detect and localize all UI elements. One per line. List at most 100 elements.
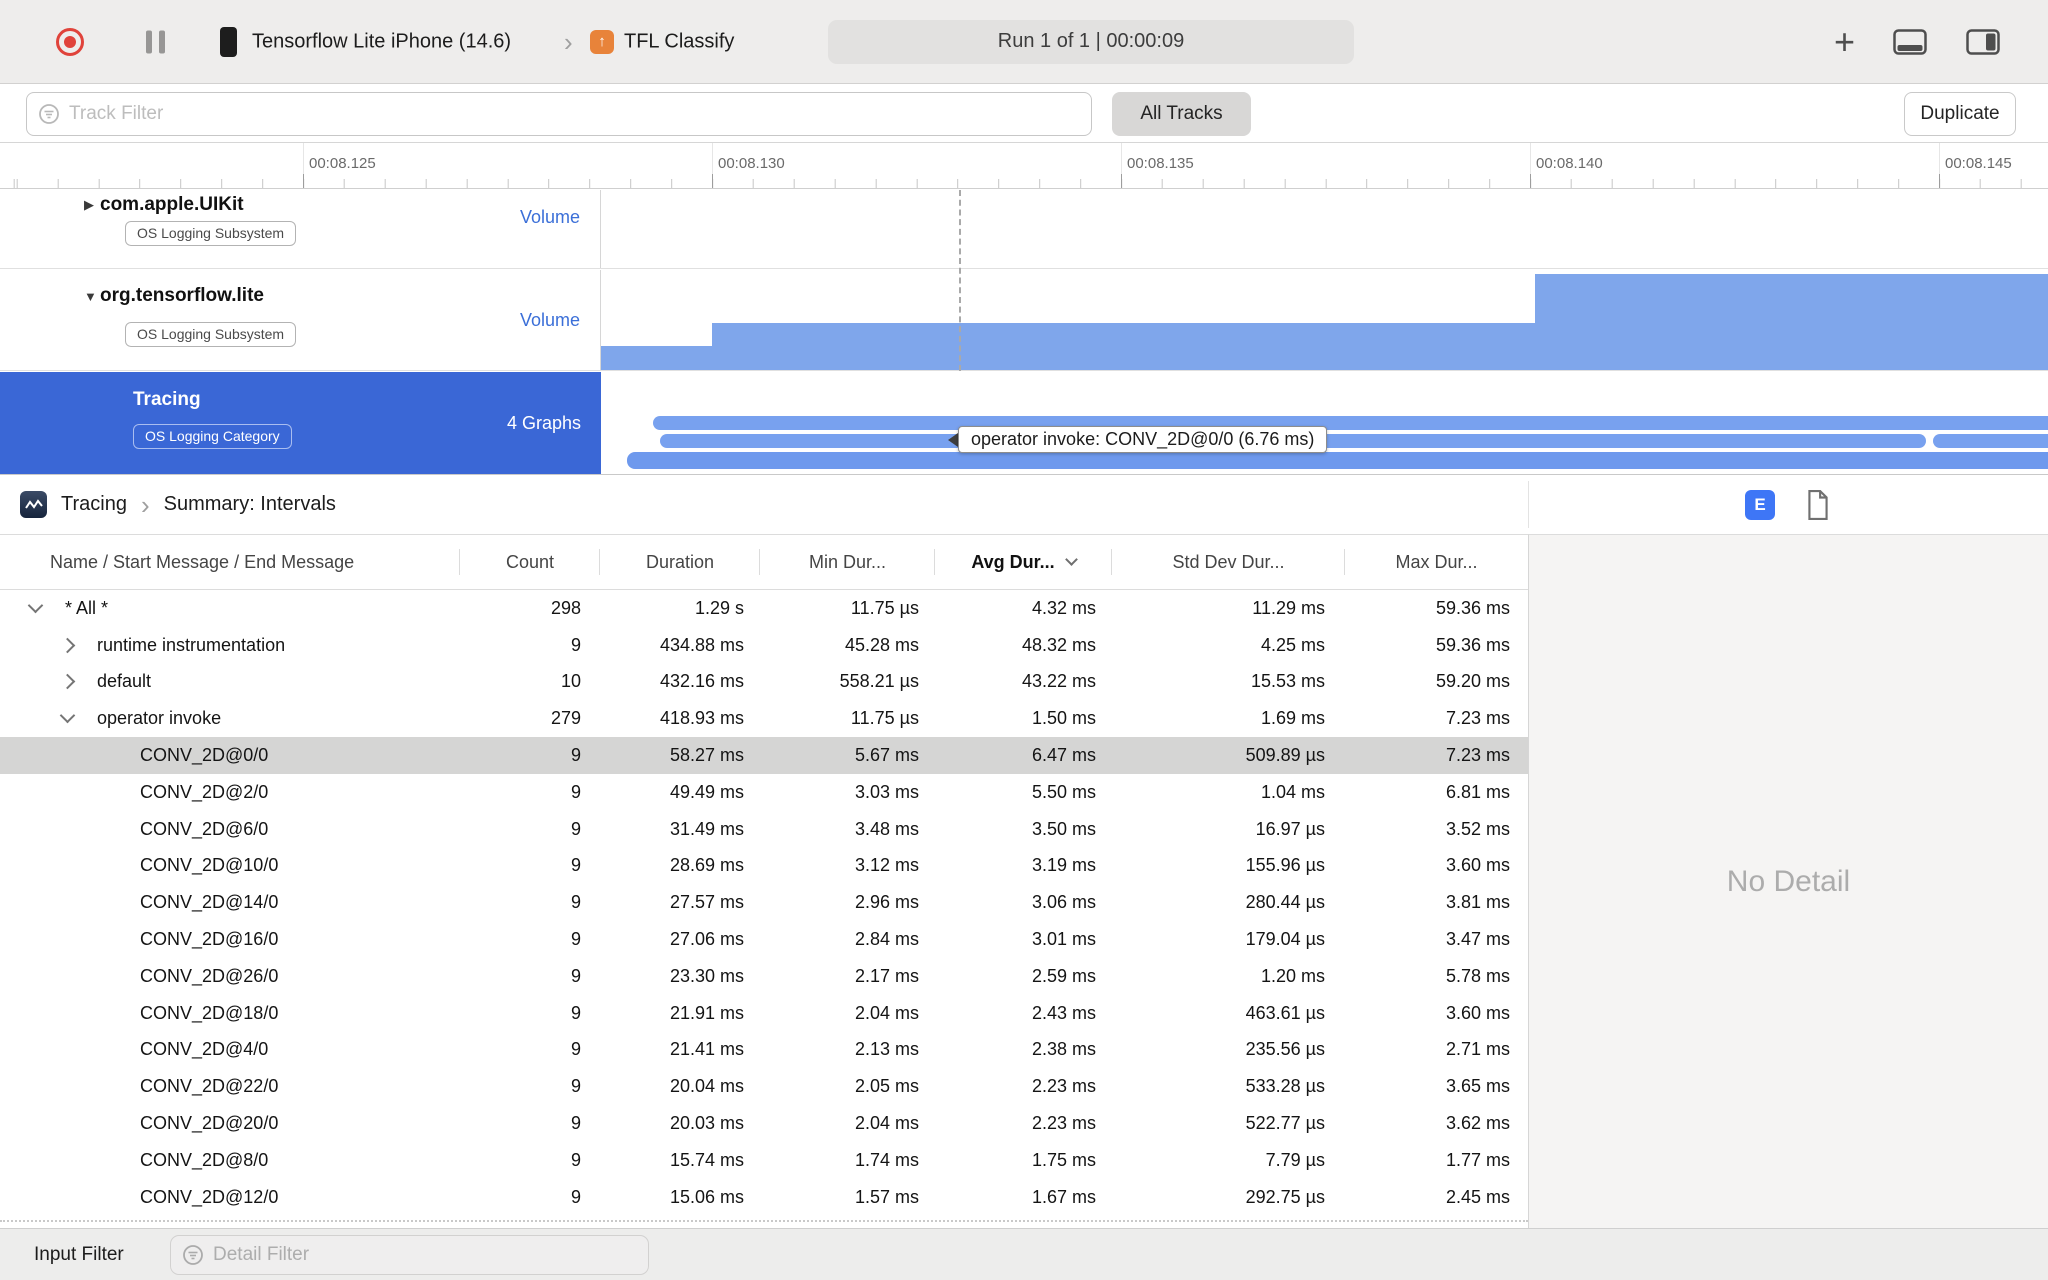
detail-filter-input[interactable]	[213, 1244, 648, 1266]
track-badge: OS Logging Subsystem	[125, 322, 297, 347]
right-panel-icon	[1966, 28, 2000, 55]
cell-count: 279	[550, 708, 581, 729]
cell-name: CONV_2D@10/0	[0, 855, 460, 876]
cell-max: 6.81 ms	[1445, 781, 1510, 802]
target-app-selector[interactable]: TFL Classify	[624, 30, 734, 53]
cell-count: 9	[570, 1039, 581, 1060]
all-tracks-button[interactable]: All Tracks	[1112, 92, 1251, 136]
toggle-right-panel-button[interactable]	[1966, 28, 2000, 55]
instruments-window: Tensorflow Lite iPhone (14.6) › ↑ TFL Cl…	[0, 0, 2048, 1280]
table-row[interactable]: CONV_2D@18/0 9 21.91 ms 2.04 ms 2.43 ms 463.6…	[0, 995, 1528, 1032]
cell-min: 11.75 µs	[850, 708, 919, 729]
column-header-name[interactable]: Name / Start Message / End Message	[0, 535, 460, 589]
track-graph-area[interactable]	[601, 270, 2048, 370]
track-header[interactable]: ▼ org.tensorflow.lite OS Logging Subsyst…	[0, 270, 601, 370]
table-row[interactable]: runtime instrumentation 9 434.88 ms 45.28 m…	[0, 627, 1528, 664]
table-row[interactable]: operator invoke 279 418.93 ms 11.75 µs 1.50 …	[0, 700, 1528, 737]
table-row[interactable]: CONV_2D@16/0 9 27.06 ms 2.84 ms 3.01 ms 179.0…	[0, 921, 1528, 958]
device-target-selector[interactable]: Tensorflow Lite iPhone (14.6)	[252, 30, 511, 53]
filter-icon	[39, 104, 59, 124]
track-graph-area[interactable]	[601, 190, 2048, 268]
track-graph-area[interactable]	[601, 372, 2048, 474]
table-row[interactable]: CONV_2D@10/0 9 28.69 ms 3.12 ms 3.19 ms 155.9…	[0, 848, 1528, 885]
table-row[interactable]: CONV_2D@20/0 9 20.03 ms 2.04 ms 2.23 ms 522.7…	[0, 1105, 1528, 1142]
cell-avg: 3.19 ms	[1031, 855, 1096, 876]
row-name: CONV_2D@0/0	[140, 745, 269, 766]
row-name: CONV_2D@14/0	[140, 892, 279, 913]
table-row[interactable]: CONV_2D@26/0 9 23.30 ms 2.17 ms 2.59 ms 1.20 …	[0, 958, 1528, 995]
ruler-label: 00:08.140	[1536, 155, 1603, 172]
track-header-selected[interactable]: Tracing OS Logging Category 4 Graphs	[0, 372, 601, 474]
table-row[interactable]: CONV_2D@12/0 9 15.06 ms 1.57 ms 1.67 ms 292.7…	[0, 1179, 1528, 1216]
cell-std: 4.25 ms	[1260, 634, 1325, 655]
interval-bar[interactable]	[653, 416, 2048, 430]
duplicate-button[interactable]: Duplicate	[1904, 92, 2016, 136]
interval-bar[interactable]	[1933, 434, 2048, 448]
chevron-down-icon[interactable]	[27, 597, 44, 614]
pause-button[interactable]	[146, 30, 165, 53]
iphone-device-icon	[220, 26, 237, 57]
chevron-right-icon[interactable]	[59, 674, 76, 690]
cell-max: 3.62 ms	[1445, 1113, 1510, 1134]
breadcrumb-view[interactable]: Summary: Intervals	[164, 493, 336, 516]
table-row[interactable]: CONV_2D@22/0 9 20.04 ms 2.05 ms 2.23 ms 533.2…	[0, 1068, 1528, 1105]
cell-min: 11.75 µs	[850, 597, 919, 618]
row-name: CONV_2D@20/0	[140, 1113, 279, 1134]
column-header-max[interactable]: Max Dur...	[1345, 535, 1528, 589]
add-instrument-button[interactable]: +	[1834, 23, 1855, 59]
cell-avg: 3.01 ms	[1031, 929, 1096, 950]
record-button[interactable]	[56, 27, 84, 56]
cell-std: 16.97 µs	[1255, 818, 1325, 839]
ruler-major-tick	[1939, 143, 1940, 188]
table-row[interactable]: CONV_2D@4/0 9 21.41 ms 2.13 ms 2.38 ms 235.56…	[0, 1032, 1528, 1069]
table-row[interactable]: * All * 298 1.29 s 11.75 µs 4.32 ms 11.29 ms 5…	[0, 590, 1528, 627]
chevron-down-icon[interactable]	[59, 708, 76, 724]
table-row[interactable]: CONV_2D@0/0 9 58.27 ms 5.67 ms 6.47 ms 509.89…	[0, 737, 1528, 774]
column-header-count[interactable]: Count	[460, 535, 600, 589]
table-row[interactable]: CONV_2D@8/0 9 15.74 ms 1.74 ms 1.75 ms 7.79 µ…	[0, 1142, 1528, 1179]
column-header-avg[interactable]: Avg Dur...	[935, 535, 1112, 589]
cell-name: CONV_2D@0/0	[0, 745, 460, 766]
cell-count: 9	[570, 1076, 581, 1097]
interval-bar[interactable]	[627, 452, 2048, 469]
row-name: CONV_2D@4/0	[140, 1039, 269, 1060]
track-filter-field[interactable]	[26, 92, 1092, 136]
document-icon[interactable]	[1806, 490, 1830, 525]
track-filter-input[interactable]	[69, 103, 1091, 125]
table-row[interactable]: default 10 432.16 ms 558.21 µs 43.22 ms 15.53…	[0, 664, 1528, 701]
cell-max: 3.65 ms	[1445, 1076, 1510, 1097]
input-filter-label[interactable]: Input Filter	[34, 1229, 124, 1280]
cell-min: 2.17 ms	[854, 965, 919, 986]
cell-count: 9	[570, 781, 581, 802]
chevron-right-icon[interactable]	[59, 637, 76, 653]
track-filter-bar: All Tracks Duplicate	[0, 85, 2048, 143]
cell-name: default	[0, 671, 460, 692]
track-tracing: Tracing OS Logging Category 4 Graphs	[0, 372, 2048, 474]
cell-count: 10	[560, 671, 581, 692]
cell-max: 3.47 ms	[1445, 929, 1510, 950]
column-header-duration[interactable]: Duration	[600, 535, 760, 589]
table-row[interactable]: CONV_2D@2/0 9 49.49 ms 3.03 ms 5.50 ms 1.04 m…	[0, 774, 1528, 811]
cell-duration: 28.69 ms	[669, 855, 744, 876]
table-row[interactable]: CONV_2D@14/0 9 27.57 ms 2.96 ms 3.06 ms 280.4…	[0, 884, 1528, 921]
cell-max: 1.77 ms	[1445, 1149, 1510, 1170]
extended-detail-button[interactable]: E	[1745, 490, 1775, 520]
cell-std: 463.61 µs	[1245, 1002, 1325, 1023]
breadcrumb-instrument[interactable]: Tracing	[61, 493, 127, 516]
column-header-min[interactable]: Min Dur...	[760, 535, 935, 589]
column-header-stddev[interactable]: Std Dev Dur...	[1112, 535, 1345, 589]
timeline-ruler[interactable]: 00:08.125 00:08.130 00:08.135 00:08.140 …	[0, 143, 2048, 189]
cell-count: 9	[570, 1002, 581, 1023]
cell-min: 2.96 ms	[854, 892, 919, 913]
track-header[interactable]: ▶ com.apple.UIKit OS Logging Subsystem V…	[0, 190, 601, 268]
toggle-bottom-panel-button[interactable]	[1893, 28, 1927, 55]
table-row[interactable]: CONV_2D@6/0 9 31.49 ms 3.48 ms 3.50 ms 16.97 …	[0, 811, 1528, 848]
playhead-line[interactable]	[959, 190, 961, 371]
cell-avg: 5.50 ms	[1031, 781, 1096, 802]
cell-name: CONV_2D@14/0	[0, 892, 460, 913]
detail-filter-field[interactable]	[170, 1235, 649, 1275]
cell-avg: 3.50 ms	[1031, 818, 1096, 839]
horizontal-scrollbar[interactable]	[0, 1220, 1528, 1222]
disclosure-down-icon[interactable]: ▼	[84, 289, 100, 304]
disclosure-right-icon[interactable]: ▶	[84, 197, 100, 213]
